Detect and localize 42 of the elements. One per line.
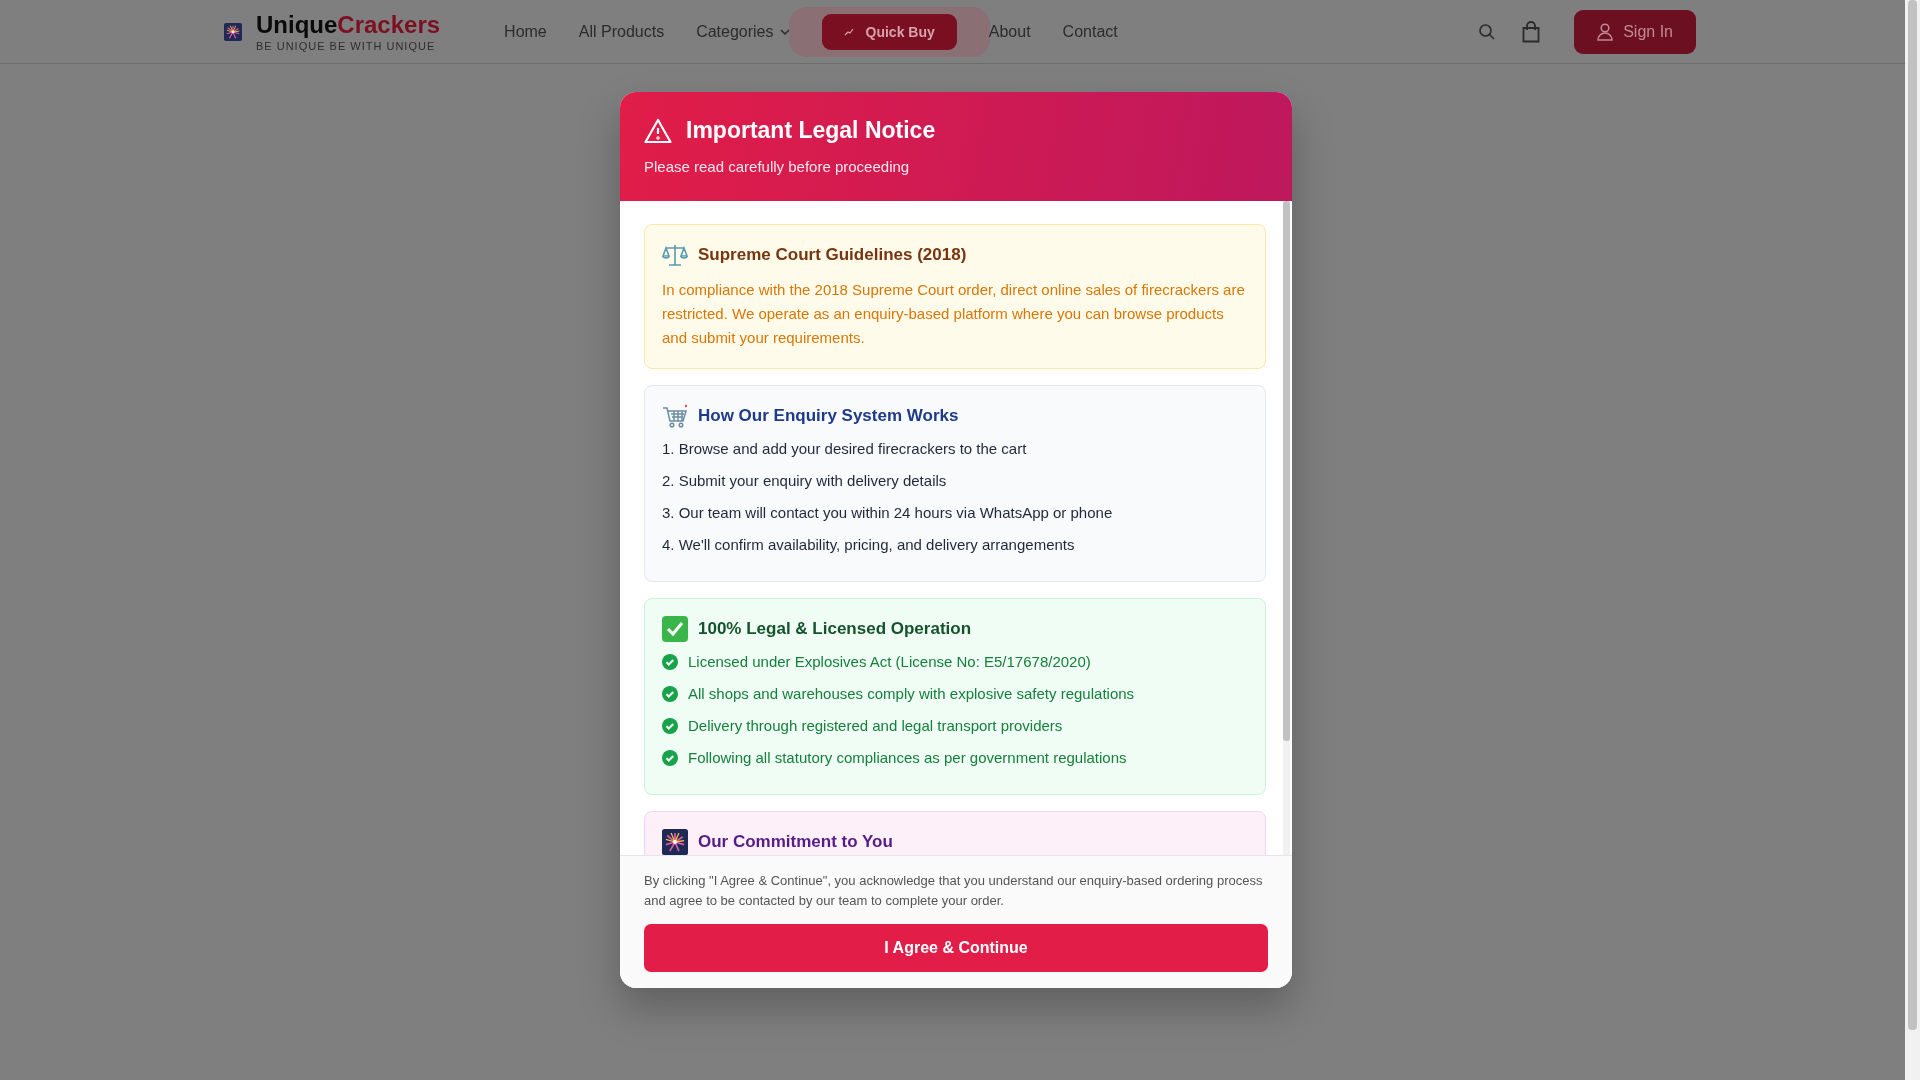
card-title: How Our Enquiry System Works xyxy=(698,406,959,426)
nav-link[interactable]: Home xyxy=(504,22,547,41)
check-circle-icon xyxy=(662,750,678,766)
search-icon[interactable] xyxy=(1478,22,1497,41)
brand-name[interactable]: UniqueCrackers xyxy=(256,11,441,38)
scales-icon xyxy=(662,242,688,268)
card-text: In compliance with the 2018 Supreme Court order, direct online sales of firecrackers are restricted. We operate as an enquiry-based platform where you can browse products and submit your requirements. xyxy=(662,280,1246,348)
agree-button[interactable]: I Agree & Continue xyxy=(644,924,1268,972)
nav-dropdown[interactable]: Categories xyxy=(696,22,790,41)
step-item: 2. Submit your enquiry with delivery details xyxy=(662,471,947,491)
trend-icon xyxy=(843,27,854,36)
shopping-bag-icon[interactable] xyxy=(1522,20,1541,43)
card-title: Supreme Court Guidelines (2018) xyxy=(698,245,967,265)
step-item: 3. Our team will contact you within 24 hours via WhatsApp or phone xyxy=(662,503,1113,523)
nav-link[interactable]: About xyxy=(988,22,1031,41)
card-title: Our Commitment to You xyxy=(698,832,893,852)
sign-in-button[interactable]: Sign In xyxy=(1574,9,1696,54)
nav-link[interactable]: Contact xyxy=(1062,22,1118,41)
user-icon xyxy=(1597,22,1614,41)
step-item: 1. Browse and add your desired firecrackers to the cart xyxy=(662,439,1027,459)
checklist-item: Delivery through registered and legal transport providers xyxy=(688,716,1063,736)
check-circle-icon xyxy=(662,686,678,702)
notice-subtitle: Please read carefully before proceeding xyxy=(644,158,911,175)
quick-buy-button[interactable]: Quick Buy xyxy=(821,13,957,50)
consent-text: By clicking "I Agree & Continue", you acknowledge that you understand our enquiry-based ordering process and agree to be contacted by our team to complete your order. xyxy=(644,872,1264,910)
checkmark-icon xyxy=(662,616,688,642)
warning-icon xyxy=(644,117,672,144)
scrollbar[interactable] xyxy=(1283,201,1290,741)
scrollbar[interactable] xyxy=(1908,0,1917,1030)
step-item: 4. We'll confirm availability, pricing, and delivery arrangements xyxy=(662,535,1075,555)
nav-link[interactable]: All Products xyxy=(578,22,665,41)
checklist-item: Following all statutory compliances as per government regulations xyxy=(688,748,1127,768)
card-title: 100% Legal & Licensed Operation xyxy=(698,619,972,639)
fireworks-icon xyxy=(224,22,242,41)
shopping-cart-icon xyxy=(662,403,688,429)
chevron-down-icon xyxy=(779,28,790,35)
check-circle-icon xyxy=(662,718,678,734)
check-circle-icon xyxy=(662,654,678,670)
notice-title: Important Legal Notice xyxy=(686,117,936,144)
checklist-item: All shops and warehouses comply with explosive safety regulations xyxy=(688,684,1135,704)
checklist-item: Licensed under Explosives Act (License No: E5/17678/2020) xyxy=(688,652,1091,672)
brand-tagline: BE UNIQUE BE WITH UNIQUE xyxy=(256,39,437,52)
